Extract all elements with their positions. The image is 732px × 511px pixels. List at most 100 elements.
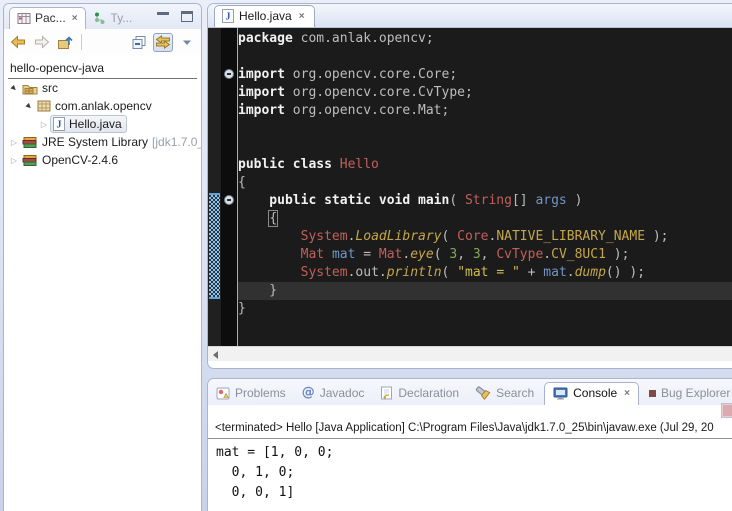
code-token: import <box>238 67 285 82</box>
code-line[interactable] <box>238 120 732 138</box>
range-indicator <box>209 193 220 299</box>
code-line[interactable]: { <box>238 174 732 192</box>
code-line[interactable] <box>238 48 732 66</box>
tab-label: Javadoc <box>320 386 365 400</box>
code-line[interactable]: public static void main( String[] args ) <box>238 192 732 210</box>
code-token: "mat = " <box>457 265 520 280</box>
code-token: , <box>457 247 473 262</box>
code-area[interactable]: package com.anlak.opencv; import org.open… <box>238 28 732 346</box>
code-token: import <box>238 85 285 100</box>
code-token: org.opencv.core.Core; <box>285 67 457 82</box>
package-explorer-toolbar <box>4 29 201 55</box>
close-icon[interactable]: × <box>299 11 305 22</box>
close-icon[interactable]: × <box>72 13 78 24</box>
view-tab-ty[interactable]: Ty... <box>86 8 140 29</box>
terminate-button[interactable] <box>721 403 732 418</box>
code-token: mat <box>543 265 566 280</box>
tree-item-label: com.anlak.opencv <box>55 99 152 113</box>
editor-horizontal-scrollbar[interactable] <box>208 346 732 361</box>
code-line[interactable]: public class Hello <box>238 156 732 174</box>
console-output[interactable]: mat = [1, 0, 0; 0, 1, 0; 0, 0, 1] <box>208 439 732 503</box>
tab-bug-explorer[interactable]: Bug Explorer <box>641 383 732 405</box>
code-line[interactable]: } <box>238 300 732 318</box>
code-token: import <box>238 103 285 118</box>
tab-label: Bug Explorer <box>661 386 730 400</box>
package-explorer-icon <box>17 12 31 25</box>
tree-item-decoration: [jdk1.7.0_25] <box>152 135 202 149</box>
project-label[interactable]: hello-opencv-java <box>8 60 197 79</box>
expand-arrow-icon[interactable]: ▷ <box>8 138 20 147</box>
expand-arrow-icon[interactable]: ▷ <box>38 120 50 129</box>
toolbar-separator <box>81 34 82 50</box>
fold-collapse-icon[interactable] <box>224 69 234 79</box>
tree-item-opencv-2-4-6[interactable]: ▷OpenCV-2.4.6 <box>4 151 201 169</box>
code-token: mat <box>332 247 355 262</box>
code-line[interactable]: import org.opencv.core.CvType; <box>238 84 732 102</box>
code-line[interactable]: System.LoadLibrary( Core.NATIVE_LIBRARY_… <box>238 228 732 246</box>
back-icon[interactable] <box>8 33 28 52</box>
tree-item-com-anlak-opencv[interactable]: ▾com.anlak.opencv <box>4 97 201 115</box>
link-with-editor-icon[interactable] <box>153 33 173 52</box>
code-token: ); <box>606 247 629 262</box>
tab-label: Declaration <box>398 386 459 400</box>
code-token: CvType <box>496 247 543 262</box>
code-line[interactable]: } <box>238 282 732 300</box>
forward-icon[interactable] <box>32 33 52 52</box>
code-line[interactable]: System.out.println( "mat = " + mat.dump(… <box>238 264 732 282</box>
left-panel-tabs: Pac...×Ty... <box>4 4 201 29</box>
code-token: } <box>238 283 277 298</box>
code-token: println <box>387 265 442 280</box>
up-icon[interactable] <box>55 33 75 52</box>
close-icon[interactable]: × <box>624 388 630 399</box>
tab-declaration[interactable]: Declaration <box>372 383 467 405</box>
package-explorer-view: Pac...×Ty... hello-opencv-java ▾src▾com.… <box>3 3 202 511</box>
tree-item-jre-system-library[interactable]: ▷JRE System Library [jdk1.7.0_25] <box>4 133 201 151</box>
code-token <box>238 265 301 280</box>
code-token: { <box>269 211 277 226</box>
view-tab-pac[interactable]: Pac...× <box>9 7 86 29</box>
expand-arrow-icon[interactable]: ▷ <box>8 156 20 165</box>
code-token: ( <box>442 265 458 280</box>
package-folder-icon <box>22 82 38 95</box>
tab-javadoc[interactable]: @Javadoc <box>294 382 373 405</box>
code-token: ); <box>645 229 668 244</box>
tree-item-content: JRE System Library [jdk1.7.0_25] <box>20 134 202 150</box>
scroll-left-icon[interactable] <box>213 351 218 359</box>
editor-tab-hello-java[interactable]: J Hello.java × <box>214 5 315 27</box>
code-token: org.opencv.core.CvType; <box>285 85 473 100</box>
fold-collapse-icon[interactable] <box>224 195 234 205</box>
code-line[interactable]: { <box>238 210 732 228</box>
console-tabbar: Problems@JavadocDeclarationSearchConsole… <box>208 379 732 405</box>
search-icon <box>475 386 491 400</box>
tree-item-src[interactable]: ▾src <box>4 79 201 97</box>
tree-item-content: JHello.java <box>50 115 127 133</box>
code-line[interactable]: import org.opencv.core.Core; <box>238 66 732 84</box>
collapse-all-icon[interactable] <box>130 33 150 52</box>
code-line[interactable]: Mat mat = Mat.eye( 3, 3, CvType.CV_8UC1 … <box>238 246 732 264</box>
annotation-ruler[interactable] <box>208 28 221 346</box>
view-menu-icon[interactable] <box>177 33 197 52</box>
folding-ruler[interactable] <box>221 28 237 346</box>
bug-icon <box>649 390 656 397</box>
console-toolbar <box>208 405 732 421</box>
code-token: ( <box>434 247 450 262</box>
code-token: CV_8UC1 <box>551 247 606 262</box>
package-icon <box>37 100 51 112</box>
code-line[interactable]: package com.anlak.opencv; <box>238 30 732 48</box>
editor-tab-label: Hello.java <box>239 9 292 23</box>
library-icon <box>22 154 38 167</box>
tab-search[interactable]: Search <box>467 383 542 405</box>
tab-console[interactable]: Console × <box>544 382 639 405</box>
tab-label: Console <box>573 386 617 400</box>
tab-problems[interactable]: Problems <box>208 383 294 405</box>
tree-item-hello-java[interactable]: ▷JHello.java <box>4 115 201 133</box>
console-status-line: <terminated> Hello [Java Application] C:… <box>208 421 732 439</box>
project-tree: ▾src▾com.anlak.opencv▷JHello.java▷JRE Sy… <box>4 79 201 169</box>
minimize-icon[interactable] <box>157 12 169 21</box>
code-line[interactable] <box>238 138 732 156</box>
code-token: } <box>238 301 246 316</box>
type-hierarchy-icon <box>93 11 107 25</box>
code-line[interactable]: import org.opencv.core.Mat; <box>238 102 732 120</box>
maximize-icon[interactable] <box>181 11 193 22</box>
code-token: () ); <box>606 265 645 280</box>
